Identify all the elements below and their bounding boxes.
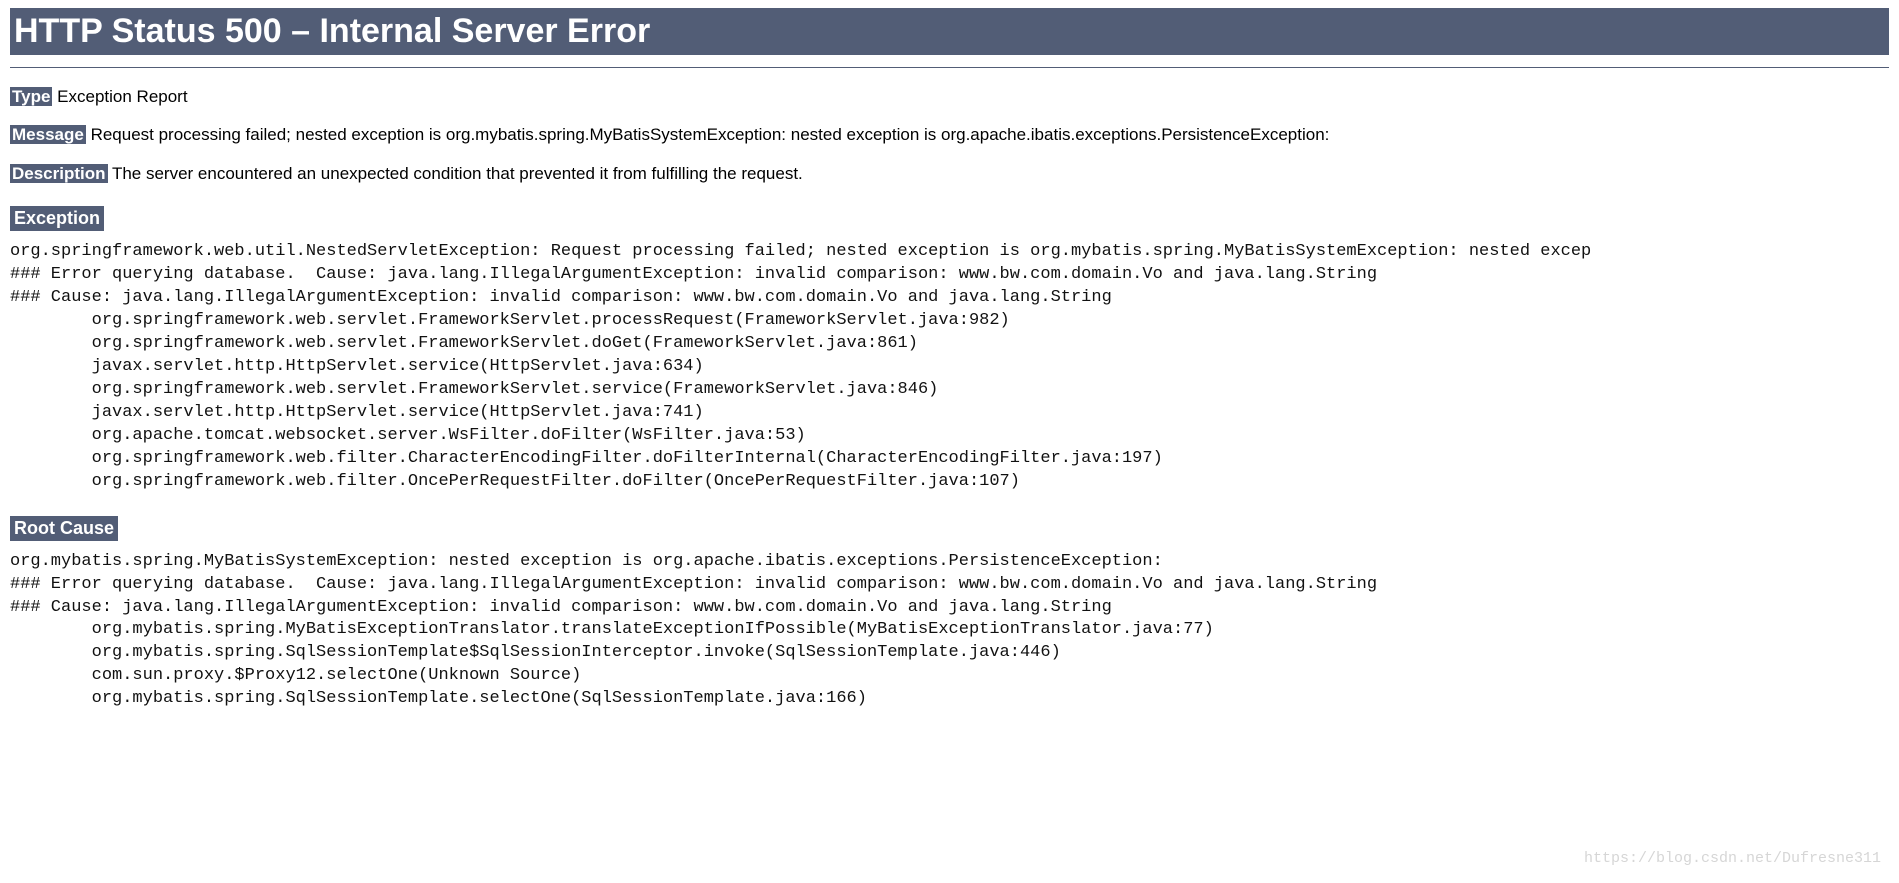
page-title: HTTP Status 500 – Internal Server Error (10, 8, 1889, 55)
type-label: Type (10, 87, 52, 106)
error-page: HTTP Status 500 – Internal Server Error … (0, 0, 1899, 759)
type-value: Exception Report (57, 87, 187, 106)
message-line: Message Request processing failed; neste… (10, 124, 1889, 147)
watermark: https://blog.csdn.net/Dufresne311 (1584, 850, 1881, 867)
exception-heading: Exception (10, 206, 104, 231)
exception-stacktrace: org.springframework.web.util.NestedServl… (10, 241, 1889, 493)
type-line: Type Exception Report (10, 86, 1889, 109)
root-cause-heading: Root Cause (10, 516, 118, 541)
description-value: The server encountered an unexpected con… (112, 164, 803, 183)
root-cause-stacktrace: org.mybatis.spring.MyBatisSystemExceptio… (10, 551, 1889, 712)
divider (10, 67, 1889, 68)
description-label: Description (10, 164, 108, 183)
message-value: Request processing failed; nested except… (91, 125, 1330, 144)
message-label: Message (10, 125, 86, 144)
description-line: Description The server encountered an un… (10, 163, 1889, 186)
